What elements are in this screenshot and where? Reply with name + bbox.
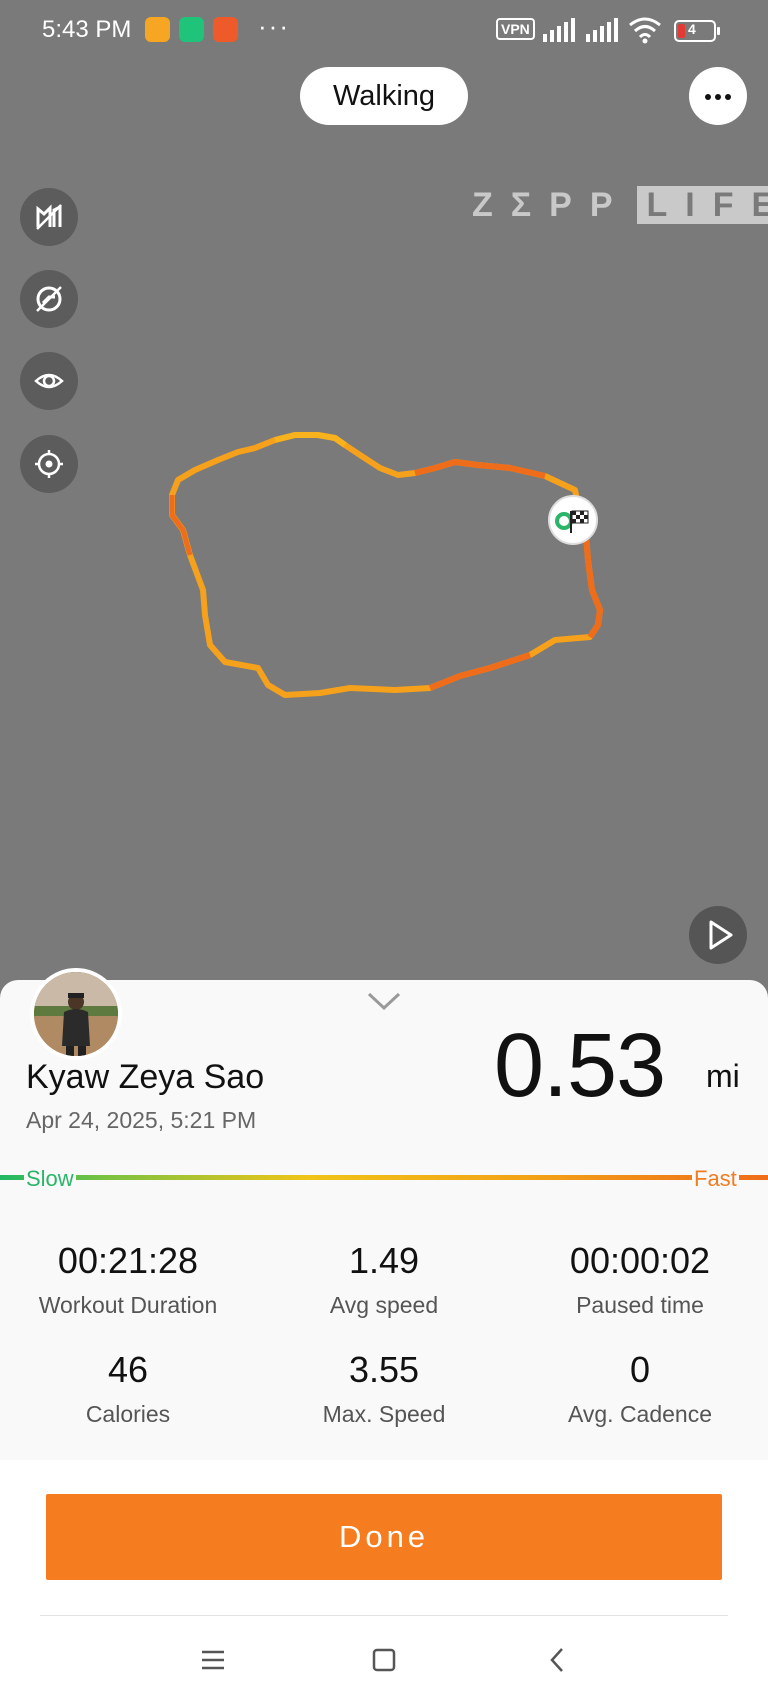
locate-icon (35, 450, 63, 478)
speed-legend-bar (0, 1175, 768, 1180)
shield-app-icon (179, 17, 204, 42)
avatar[interactable] (30, 968, 122, 1060)
user-name: Kyaw Zeya Sao (26, 1058, 265, 1096)
stat-calories: 46 Calories (0, 1349, 256, 1428)
play-icon (709, 920, 733, 950)
more-button[interactable] (689, 67, 747, 125)
signal-icon (543, 18, 575, 42)
collapse-sheet-icon[interactable] (366, 990, 402, 1012)
battery-icon: 4 (674, 20, 720, 42)
signal-icon (586, 18, 618, 42)
divider (40, 1615, 728, 1616)
distance-value: 0.53 (494, 1016, 666, 1116)
stat-label: Workout Duration (38, 1292, 218, 1318)
hide-route-button[interactable] (20, 270, 78, 328)
stat-value: 0 (629, 1349, 651, 1390)
app-logo: ZΣPPLIFE (472, 186, 768, 225)
menu-icon[interactable] (193, 1640, 233, 1680)
map-style-button[interactable] (20, 188, 78, 246)
workout-datetime: Apr 24, 2025, 5:21 PM (26, 1107, 257, 1133)
stat-paused-time: 00:00:02 Paused time (512, 1240, 768, 1319)
visibility-button[interactable] (20, 352, 78, 410)
status-time: 5:43 PM (42, 16, 132, 43)
distance-unit: mi (706, 1058, 740, 1094)
stat-value: 3.55 (348, 1349, 420, 1390)
locate-button[interactable] (20, 435, 78, 493)
play-route-button[interactable] (689, 906, 747, 964)
wifi-icon (629, 17, 661, 44)
notification-app-icon (145, 17, 170, 42)
route-map[interactable]: 5:43 PM ··· VPN 4 Walking ZΣPP LIF (0, 0, 768, 1010)
stat-label: Avg. Cadence (567, 1401, 713, 1427)
battery-level: 4 (688, 21, 696, 37)
stat-max-speed: 3.55 Max. Speed (256, 1349, 512, 1428)
more-icon (705, 94, 711, 100)
more-notifications-icon: ··· (258, 11, 290, 41)
finish-flag-icon (555, 510, 589, 533)
vpn-badge: VPN (496, 18, 535, 40)
eye-icon (34, 373, 64, 389)
stat-label: Avg speed (329, 1292, 439, 1318)
stat-value: 1.49 (348, 1240, 420, 1281)
status-bar: 5:43 PM ··· VPN 4 (0, 0, 768, 62)
stat-label: Calories (85, 1401, 171, 1427)
route-path (169, 432, 604, 698)
stat-label: Paused time (576, 1292, 704, 1318)
finish-marker (548, 495, 598, 545)
home-icon[interactable] (364, 1640, 404, 1680)
stat-value: 00:21:28 (57, 1240, 199, 1281)
stat-value: 00:00:02 (569, 1240, 711, 1281)
stat-avg-speed: 1.49 Avg speed (256, 1240, 512, 1319)
stat-label: Max. Speed (322, 1401, 446, 1427)
activity-type-pill[interactable]: Walking (300, 67, 468, 125)
map-style-icon (36, 204, 62, 230)
speed-slow-label: Slow (24, 1166, 76, 1192)
apps-app-icon (213, 17, 238, 42)
speed-fast-label: Fast (692, 1166, 739, 1192)
stat-workout-duration: 00:21:28 Workout Duration (0, 1240, 256, 1319)
done-button[interactable]: Done (46, 1494, 722, 1580)
stat-avg-cadence: 0 Avg. Cadence (512, 1349, 768, 1428)
back-icon[interactable] (538, 1640, 578, 1680)
stat-value: 46 (107, 1349, 149, 1390)
hide-route-icon (36, 286, 62, 312)
avatar-image (34, 972, 118, 1056)
